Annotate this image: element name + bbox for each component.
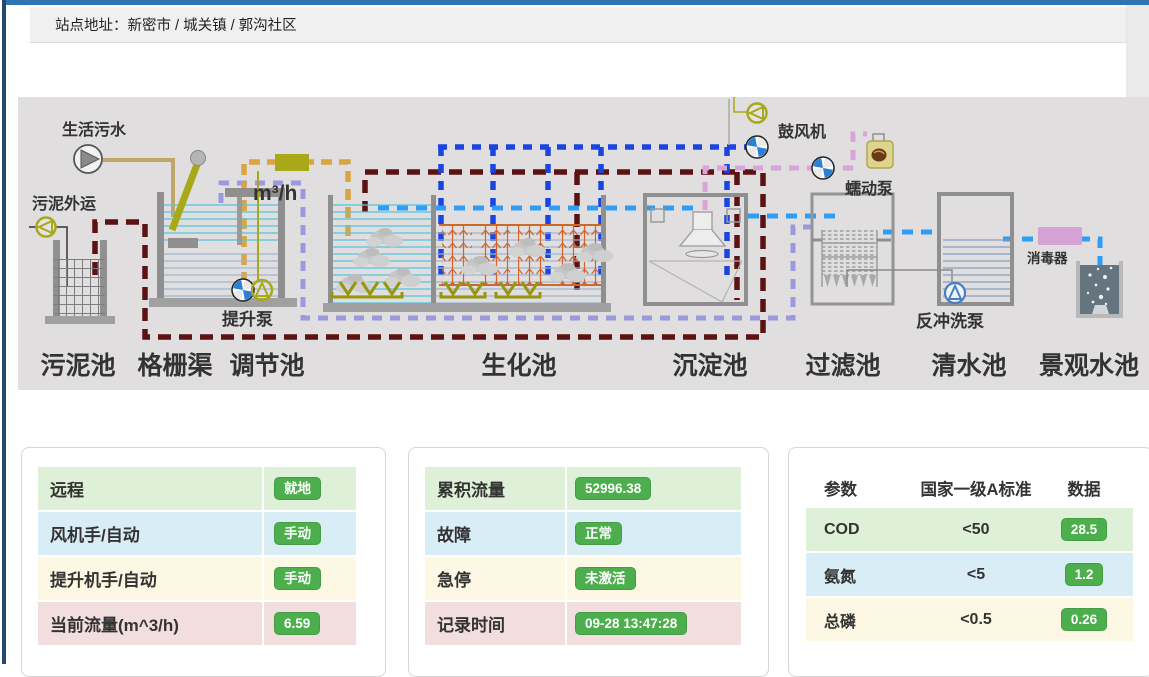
top-accent-bar (6, 0, 1149, 5)
site-address-bar: 站点地址：新密市 / 城关镇 / 郭沟社区 (30, 7, 1127, 43)
stage-label-sedimentation-pool: 沉淀池 (672, 351, 747, 380)
table-row: COD <50 28.5 (806, 508, 1133, 553)
table-row: 累积流量 52996.38 (425, 467, 741, 512)
phosphorus-standard: <0.5 (916, 611, 1036, 629)
record-time-label: 记录时间 (425, 611, 565, 636)
backwash-pump-icon (945, 283, 965, 303)
remote-mode-badge: 就地 (274, 477, 321, 501)
standard-header: 国家一级A标准 (916, 476, 1036, 500)
site-address-label: 站点地址：新密市 / 城关镇 / 郭沟社区 (55, 14, 297, 35)
flow-meter-icon (275, 154, 309, 171)
total-flow-label: 累积流量 (425, 476, 565, 501)
current-flow-label: 当前流量(m^3/h) (38, 611, 262, 636)
label-sludge-out: 污泥外运 (32, 194, 96, 213)
stage-label-clean-water-pool: 清水池 (931, 352, 1006, 380)
ammonia-param: 氨氮 (806, 563, 916, 587)
table-row: 急停 未激活 (425, 557, 741, 602)
status-panel-card: 累积流量 52996.38 故障 正常 急停 未激活 记录时间 09-28 13… (408, 447, 769, 677)
stage-label-sludge-pool: 污泥池 (40, 352, 115, 380)
dosing-bottle-icon (867, 134, 893, 168)
current-flow-badge: 6.59 (274, 612, 320, 636)
cod-param: COD (806, 521, 916, 539)
label-backwash-pump: 反冲洗泵 (916, 311, 984, 331)
phosphorus-param: 总磷 (806, 608, 916, 632)
blower-group (729, 97, 747, 145)
fault-badge: 正常 (575, 522, 622, 546)
blower-valve-icon (748, 104, 767, 123)
quality-table-header: 参数 国家一级A标准 数据 (806, 467, 1133, 508)
table-row: 故障 正常 (425, 512, 741, 557)
label-flow-unit: m³/h (253, 182, 297, 205)
fault-label: 故障 (425, 521, 565, 546)
stage-label-regulation-pool: 调节池 (229, 351, 304, 380)
disinfector-icon (1038, 227, 1082, 245)
table-row: 总磷 <0.5 0.26 (806, 598, 1133, 643)
background-filler (1126, 5, 1149, 97)
landscape-pool (1078, 261, 1121, 316)
fan-mode-badge: 手动 (274, 522, 321, 546)
label-disinfector: 消毒器 (1027, 250, 1068, 266)
remote-mode-label: 远程 (38, 476, 262, 501)
total-flow-badge: 52996.38 (575, 477, 651, 501)
record-time-badge: 09-28 13:47:28 (575, 612, 687, 636)
lift-mode-label: 提升机手/自动 (38, 566, 262, 591)
water-quality-card: 参数 国家一级A标准 数据 COD <50 28.5 氨氮 <5 1.2 总磷 … (788, 447, 1149, 677)
table-row: 当前流量(m^3/h) 6.59 (38, 602, 356, 647)
label-peristaltic-pump: 蠕动泵 (845, 179, 893, 198)
stage-label-filter-pool: 过滤池 (805, 352, 880, 380)
sedimentation-tank (645, 195, 746, 304)
sludge-out-valve-icon (37, 218, 56, 237)
lift-pump-fan-icon (232, 279, 254, 301)
table-row: 记录时间 09-28 13:47:28 (425, 602, 741, 647)
estop-badge: 未激活 (575, 567, 636, 591)
cod-standard: <50 (916, 521, 1036, 539)
data-header: 数据 (1036, 476, 1132, 500)
cod-value-badge: 28.5 (1061, 518, 1107, 542)
peristaltic-fan-icon (812, 157, 834, 179)
ammonia-value-badge: 1.2 (1065, 563, 1104, 587)
control-panel-card: 远程 就地 风机手/自动 手动 提升机手/自动 手动 当前流量(m^3/h) 6… (21, 447, 386, 677)
process-flow-diagram: 生活污水 污泥外运 提升泵 m³/h 鼓风机 蠕动泵 消毒器 反冲洗泵 污泥池 … (18, 97, 1149, 390)
stage-label-biochemical-pool: 生化池 (481, 352, 556, 380)
stage-label-landscape-pool: 景观水池 (1039, 352, 1139, 380)
blower-fan-icon (746, 136, 768, 158)
table-row: 风机手/自动 手动 (38, 512, 356, 557)
biochemical-tank (323, 195, 613, 312)
label-blower: 鼓风机 (778, 122, 826, 141)
lift-mode-badge: 手动 (274, 567, 321, 591)
sludge-tank (29, 227, 115, 324)
stage-label-grid-channel: 格栅渠 (137, 351, 212, 380)
filter-tank (812, 194, 952, 304)
table-row: 氨氮 <5 1.2 (806, 553, 1133, 598)
table-row: 远程 就地 (38, 467, 356, 512)
left-accent-bar (2, 0, 6, 664)
estop-label: 急停 (425, 566, 565, 591)
fan-mode-label: 风机手/自动 (38, 521, 262, 546)
table-row: 提升机手/自动 手动 (38, 557, 356, 602)
phosphorus-value-badge: 0.26 (1061, 608, 1107, 632)
label-sewage-in: 生活污水 (62, 120, 127, 139)
param-header: 参数 (806, 476, 916, 500)
label-lift-pump: 提升泵 (222, 310, 273, 329)
ammonia-standard: <5 (916, 566, 1036, 584)
